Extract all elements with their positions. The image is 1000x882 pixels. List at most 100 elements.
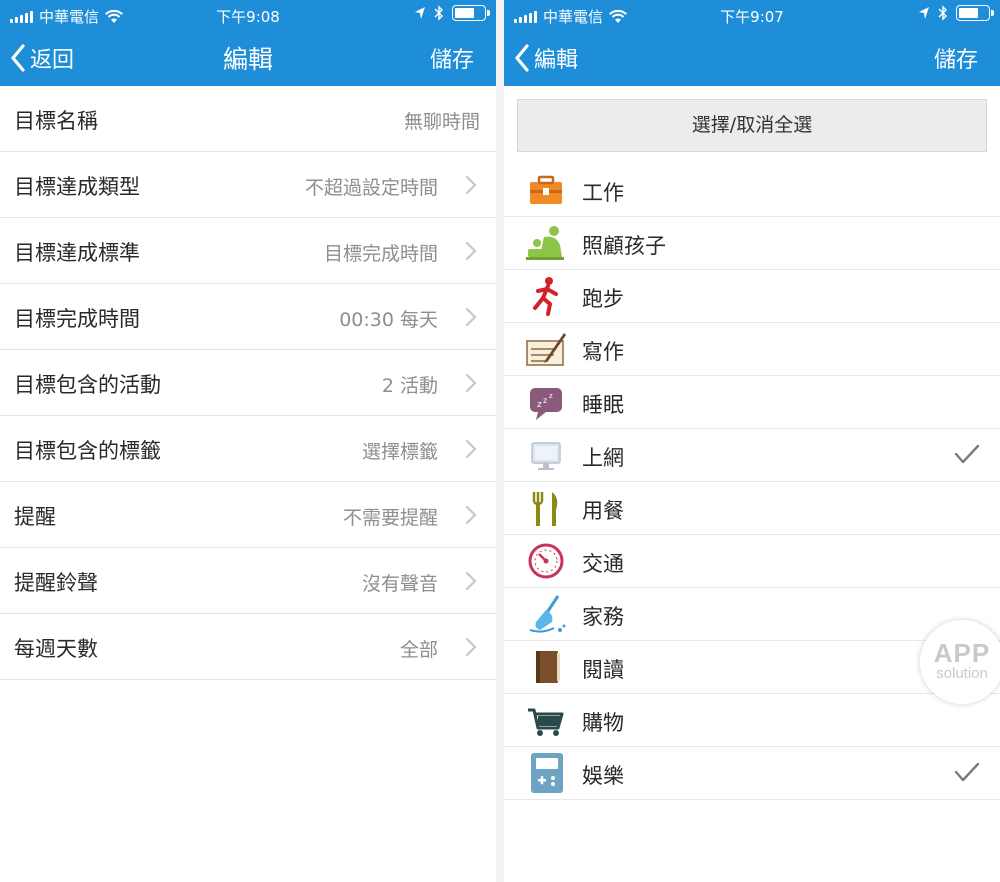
settings-row-label: 提醒鈴聲 (14, 571, 98, 595)
activity-name: 家務 (582, 605, 624, 629)
settings-row-value: 2 活動 (381, 375, 438, 397)
activity-row[interactable]: 照顧孩子 (504, 217, 1000, 270)
bluetooth-icon (938, 5, 947, 21)
select-all-button[interactable]: 選擇/取消全選 (517, 99, 987, 152)
checkmark-icon (954, 443, 980, 465)
activity-name: 上網 (582, 446, 624, 470)
svg-text:z: z (543, 396, 547, 405)
runner-icon (524, 276, 568, 316)
settings-row-value: 無聊時間 (403, 111, 480, 133)
settings-row-value: 目標完成時間 (323, 243, 438, 265)
settings-row-value: 不需要提醒 (342, 507, 438, 529)
settings-row[interactable]: 目標名稱 無聊時間 (0, 86, 496, 152)
activity-row[interactable]: 娛樂 (504, 747, 1000, 800)
broom-icon (524, 594, 568, 634)
speedometer-icon (524, 541, 568, 581)
activity-name: 照顧孩子 (582, 234, 666, 258)
activity-row[interactable]: 用餐 (504, 482, 1000, 535)
activity-select-screen: 中華電信 下午9:07 編輯 儲存 選擇/取消全選 工作照顧孩子跑步寫作 z z z 睡… (504, 0, 1000, 882)
settings-row-value: 沒有聲音 (361, 573, 438, 595)
settings-row-value: 全部 (399, 639, 438, 661)
status-bar: 中華電信 下午9:07 (504, 0, 1000, 30)
navigation-bar: 編輯 儲存 (504, 30, 1000, 86)
activity-name: 閱讀 (582, 658, 624, 682)
chevron-right-icon (465, 637, 477, 657)
settings-row-value: 選擇標籤 (361, 441, 438, 463)
settings-row-label: 目標包含的活動 (14, 373, 161, 397)
childcare-icon (524, 223, 568, 263)
settings-list: 目標名稱 無聊時間 目標達成類型 不超過設定時間 目標達成標準 目標完成時間 目標完成時間 0… (0, 86, 496, 680)
back-button[interactable]: 編輯 (514, 42, 578, 74)
settings-row-label: 目標完成時間 (14, 307, 140, 331)
activity-list: 工作照顧孩子跑步寫作 z z z 睡眠上網用餐交通家務閱讀購物娛樂 (504, 164, 1000, 800)
watermark-logo: APP solution (920, 620, 1000, 704)
chevron-right-icon (465, 175, 477, 195)
goal-edit-screen: 中華電信 下午9:08 返回 編輯 儲存 目標名稱 無聊時間目標達成類型 不超過設定… (0, 0, 496, 882)
settings-row[interactable]: 目標達成類型 不超過設定時間 (0, 152, 496, 218)
activity-row[interactable]: 工作 (504, 164, 1000, 217)
settings-row-value: 不超過設定時間 (304, 177, 438, 199)
activity-row[interactable]: 跑步 (504, 270, 1000, 323)
game-device-icon (524, 753, 568, 793)
toolbox-icon (524, 170, 568, 210)
activity-row[interactable]: 家務 (504, 588, 1000, 641)
settings-row[interactable]: 目標完成時間 00:30 每天 (0, 284, 496, 350)
battery-icon (452, 5, 490, 21)
settings-row-label: 每週天數 (14, 637, 98, 661)
page-title: 編輯 (222, 45, 273, 74)
status-icons (414, 5, 490, 21)
settings-row-label: 目標達成類型 (14, 175, 140, 199)
activity-name: 睡眠 (582, 393, 624, 417)
activity-name: 娛樂 (582, 764, 624, 788)
battery-icon (956, 5, 994, 21)
checkmark-icon (954, 761, 980, 783)
status-icons (918, 5, 994, 21)
settings-row-value: 00:30 每天 (339, 309, 438, 331)
back-label: 編輯 (534, 48, 579, 73)
top-bar: 中華電信 下午9:08 返回 編輯 儲存 (0, 0, 496, 86)
activity-row[interactable]: 交通 (504, 535, 1000, 588)
settings-row-label: 目標名稱 (14, 109, 98, 133)
book-icon (524, 647, 568, 687)
settings-row[interactable]: 每週天數 全部 (0, 614, 496, 680)
svg-text:z: z (549, 392, 553, 400)
monitor-icon (524, 435, 568, 475)
activity-name: 購物 (582, 711, 624, 735)
chevron-right-icon (465, 571, 477, 591)
chevron-right-icon (465, 307, 477, 327)
cart-icon (524, 700, 568, 740)
status-bar: 中華電信 下午9:08 (0, 0, 496, 30)
settings-row-label: 提醒 (14, 505, 56, 529)
location-arrow-icon (415, 7, 425, 19)
chevron-right-icon (465, 373, 477, 393)
location-arrow-icon (919, 7, 929, 19)
activity-row[interactable]: 購物 (504, 694, 1000, 747)
activity-name: 跑步 (582, 287, 624, 311)
settings-row[interactable]: 目標包含的活動 2 活動 (0, 350, 496, 416)
settings-row[interactable]: 提醒 不需要提醒 (0, 482, 496, 548)
settings-row[interactable]: 提醒鈴聲 沒有聲音 (0, 548, 496, 614)
fork-knife-icon (524, 488, 568, 528)
chevron-right-icon (465, 505, 477, 525)
settings-row-label: 目標包含的標籤 (14, 439, 161, 463)
chevron-right-icon (465, 241, 477, 261)
chevron-right-icon (465, 439, 477, 459)
save-button[interactable]: 儲存 (934, 42, 978, 74)
activity-row[interactable]: 寫作 (504, 323, 1000, 376)
navigation-bar: 返回 編輯 儲存 (0, 30, 496, 86)
bluetooth-icon (434, 5, 443, 21)
activity-row[interactable]: 上網 (504, 429, 1000, 482)
settings-row-label: 目標達成標準 (14, 241, 140, 265)
activity-name: 寫作 (582, 340, 624, 364)
settings-row[interactable]: 目標包含的標籤 選擇標籤 (0, 416, 496, 482)
chevron-left-icon (515, 44, 529, 72)
save-button[interactable]: 儲存 (430, 42, 474, 74)
settings-row[interactable]: 目標達成標準 目標完成時間 (0, 218, 496, 284)
svg-text:z: z (537, 400, 542, 410)
activity-name: 用餐 (582, 499, 624, 523)
activity-row[interactable]: z z z 睡眠 (504, 376, 1000, 429)
sleep-bubble-icon: zzz (524, 382, 568, 422)
activity-name: 交通 (582, 552, 624, 576)
writing-icon (524, 329, 568, 369)
screen-divider (496, 0, 504, 882)
